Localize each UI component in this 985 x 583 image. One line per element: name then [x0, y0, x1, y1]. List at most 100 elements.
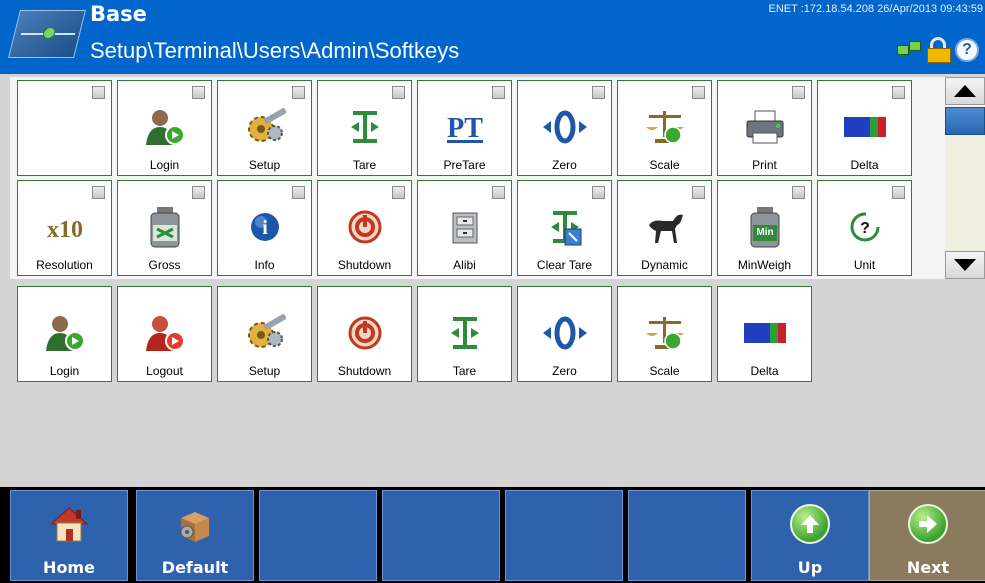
select-checkbox[interactable] — [892, 86, 905, 99]
empty-softkey-5[interactable] — [505, 490, 623, 581]
select-checkbox[interactable] — [892, 186, 905, 199]
header-bar: Base Setup\Terminal\Users\Admin\Softkeys… — [0, 0, 985, 74]
select-checkbox[interactable] — [392, 186, 405, 199]
gears-icon — [241, 107, 289, 147]
softkey-label: Info — [254, 258, 275, 272]
available-softkey-info[interactable]: i Info — [217, 180, 312, 276]
softkey-label: Setup — [248, 158, 281, 172]
select-checkbox[interactable] — [192, 86, 205, 99]
available-softkey-gross[interactable]: Gross — [117, 180, 212, 276]
select-checkbox[interactable] — [92, 86, 105, 99]
softkey-label: Delta — [850, 158, 879, 172]
select-checkbox[interactable] — [192, 186, 205, 199]
available-softkey-unit[interactable]: ? Unit — [817, 180, 912, 276]
available-softkey-resolution[interactable]: x10 Resolution — [17, 180, 112, 276]
softkey-label: Alibi — [453, 258, 476, 272]
select-checkbox[interactable] — [592, 186, 605, 199]
shutdown-icon — [341, 207, 389, 247]
softkey-label: Shutdown — [337, 258, 392, 272]
selected-softkey-shutdown[interactable]: Shutdown — [317, 286, 412, 382]
default-label: Default — [161, 558, 229, 577]
available-softkey-dynamic[interactable]: Dynamic — [617, 180, 712, 276]
selected-softkey-zero[interactable]: Zero — [517, 286, 612, 382]
selected-softkey-delta[interactable]: Delta — [717, 286, 812, 382]
available-softkey-minweigh[interactable]: Min MinWeigh — [717, 180, 812, 276]
available-softkey-tare[interactable]: Tare — [317, 80, 412, 176]
available-softkey-scale[interactable]: Scale — [617, 80, 712, 176]
up-label: Up — [797, 558, 823, 577]
select-checkbox[interactable] — [592, 86, 605, 99]
terminal-logo-icon — [8, 10, 86, 58]
available-softkey-delta[interactable]: Delta — [817, 80, 912, 176]
empty-softkey-3[interactable] — [259, 490, 377, 581]
clear-tare-icon — [541, 207, 589, 247]
empty-softkey-4[interactable] — [382, 490, 500, 581]
available-softkey-login[interactable]: Login — [117, 80, 212, 176]
zero-icon — [541, 107, 589, 147]
available-scrollbar[interactable] — [945, 77, 985, 279]
home-button[interactable]: Home — [10, 490, 128, 581]
next-button[interactable]: Next — [869, 490, 985, 581]
scroll-thumb[interactable] — [945, 107, 985, 135]
arrow-up-icon — [954, 85, 976, 97]
select-checkbox[interactable] — [792, 186, 805, 199]
softkey-label: Resolution — [36, 258, 93, 272]
available-softkey-shutdown[interactable]: Shutdown — [317, 180, 412, 276]
default-button[interactable]: Default — [136, 490, 254, 581]
up-arrow-wrap — [787, 501, 833, 547]
scroll-track[interactable] — [945, 135, 985, 251]
softkey-bar: Home Default Up Next — [0, 487, 985, 583]
available-softkey-clear-tare[interactable]: Clear Tare — [517, 180, 612, 276]
next-arrow-wrap — [905, 501, 951, 547]
selected-softkey-logout[interactable]: Logout — [117, 286, 212, 382]
scroll-down-button[interactable] — [945, 251, 985, 279]
softkey-label: Logout — [146, 364, 183, 378]
empty-softkey-6[interactable] — [628, 490, 746, 581]
tare-icon — [441, 313, 489, 353]
default-box-icon — [172, 501, 218, 547]
available-softkey-pretare[interactable]: PT PreTare — [417, 80, 512, 176]
select-checkbox[interactable] — [92, 186, 105, 199]
select-checkbox[interactable] — [292, 86, 305, 99]
network-icon — [897, 41, 923, 59]
svg-text:Min: Min — [756, 227, 773, 238]
select-checkbox[interactable] — [492, 86, 505, 99]
delta-icon — [741, 313, 789, 353]
softkey-label: Dynamic — [641, 258, 688, 272]
select-checkbox[interactable] — [392, 86, 405, 99]
selected-softkey-tare[interactable]: Tare — [417, 286, 512, 382]
available-softkey-print[interactable]: Print — [717, 80, 812, 176]
selected-softkey-setup[interactable]: Setup — [217, 286, 312, 382]
select-checkbox[interactable] — [792, 86, 805, 99]
select-checkbox[interactable] — [692, 186, 705, 199]
scale-icon — [641, 107, 689, 147]
available-softkey-alibi[interactable]: Alibi — [417, 180, 512, 276]
network-status-text: ENET :172.18.54.208 26/Apr/2013 09:43:59 — [768, 3, 983, 15]
softkey-label: Setup — [248, 364, 281, 378]
shutdown-icon — [341, 313, 389, 353]
softkey-label: Login — [149, 158, 180, 172]
printer-icon — [741, 107, 789, 147]
select-checkbox[interactable] — [492, 186, 505, 199]
lock-icon[interactable] — [927, 37, 951, 63]
arrow-up-circle-icon — [790, 504, 830, 544]
arrow-down-icon — [954, 259, 976, 271]
select-checkbox[interactable] — [692, 86, 705, 99]
available-softkey-setup[interactable]: Setup — [217, 80, 312, 176]
available-softkeys-panel: Login Setup Tare PT PreTare Zero Scale P… — [10, 77, 945, 279]
svg-text:i: i — [262, 217, 268, 239]
available-softkey-zero[interactable]: Zero — [517, 80, 612, 176]
up-button[interactable]: Up — [751, 490, 869, 581]
softkey-label: Gross — [148, 258, 181, 272]
available-softkey-blank[interactable] — [17, 80, 112, 176]
breadcrumb: Setup\Terminal\Users\Admin\Softkeys — [90, 38, 460, 63]
select-checkbox[interactable] — [292, 186, 305, 199]
softkey-label: Login — [49, 364, 80, 378]
scroll-up-button[interactable] — [945, 77, 985, 105]
selected-softkey-scale[interactable]: Scale — [617, 286, 712, 382]
svg-text:x10: x10 — [47, 217, 83, 243]
selected-softkey-login[interactable]: Login — [17, 286, 112, 382]
home-label: Home — [43, 558, 95, 577]
softkey-label: Tare — [452, 364, 477, 378]
help-icon[interactable]: ? — [955, 38, 979, 62]
